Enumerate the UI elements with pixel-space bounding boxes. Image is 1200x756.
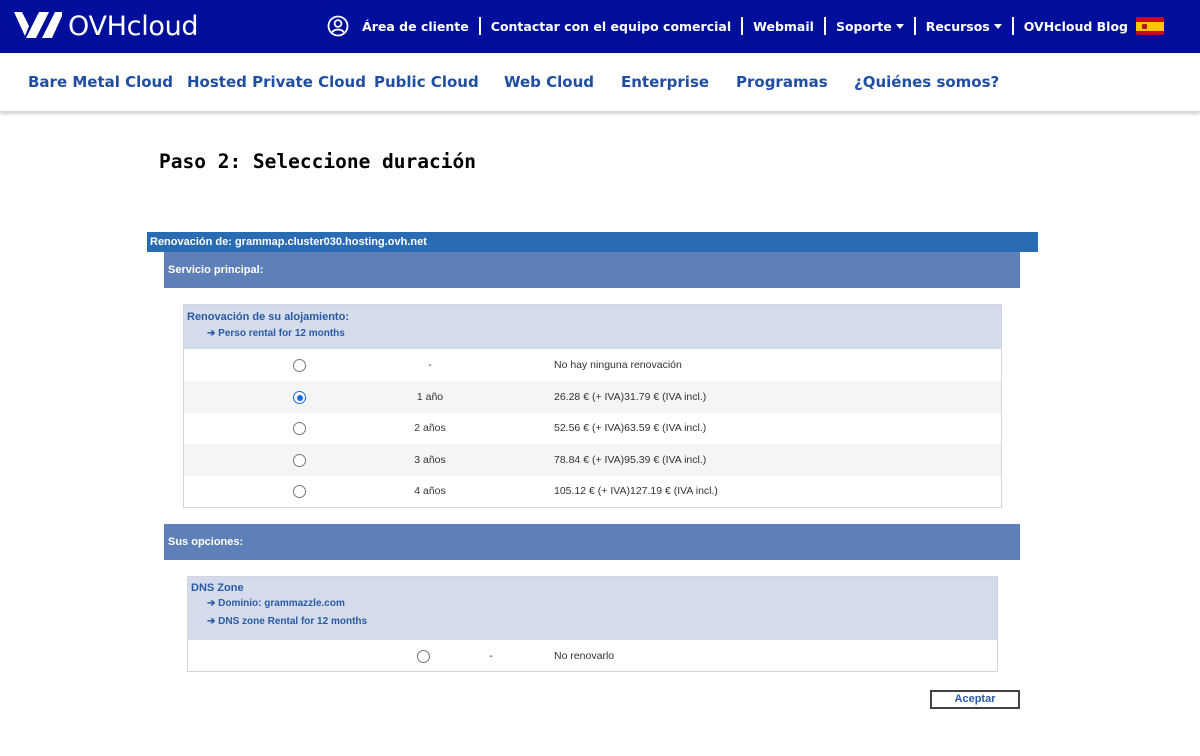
chevron-down-icon <box>993 23 1002 29</box>
renewal-price: 78.84 € (+ IVA)95.39 € (IVA incl.) <box>554 454 707 466</box>
nav-enterprise[interactable]: Enterprise <box>621 73 709 91</box>
nav-contact-sales[interactable]: Contactar con el equipo comercial <box>491 19 731 34</box>
chevron-down-icon <box>895 23 904 29</box>
nav-webmail[interactable]: Webmail <box>753 19 814 34</box>
accept-button[interactable]: Aceptar <box>930 690 1020 709</box>
nav-divider <box>913 17 916 35</box>
renewal-option-row[interactable]: 1 año 26.28 € (+ IVA)31.79 € (IVA incl.) <box>184 381 1001 413</box>
dns-zone-title: DNS Zone <box>191 582 244 594</box>
dns-zone-rental: ➔ DNS zone Rental for 12 months <box>207 616 368 627</box>
dns-option-duration: - <box>489 650 493 662</box>
dns-zone-box: DNS Zone ➔ Dominio: grammazzle.com ➔ DNS… <box>187 576 998 672</box>
dns-zone-box-header: DNS Zone ➔ Dominio: grammazzle.com ➔ DNS… <box>188 577 997 640</box>
nav-resources[interactable]: Recursos <box>926 19 1002 34</box>
nav-support[interactable]: Soporte <box>836 19 904 34</box>
dns-option-row[interactable]: - No renovarlo <box>188 640 997 672</box>
renewal-option-row[interactable]: 2 años 52.56 € (+ IVA)63.59 € (IVA incl.… <box>184 412 1001 444</box>
hosting-renewal-subtitle: ➔ Perso rental for 12 months <box>207 328 345 339</box>
renewal-duration: 2 años <box>414 422 446 434</box>
dns-zone-domain: ➔ Dominio: grammazzle.com <box>207 598 345 609</box>
ovh-logo-icon <box>14 12 62 38</box>
user-account-icon[interactable] <box>327 15 349 37</box>
renewal-header: Renovación de: grammap.cluster030.hostin… <box>147 232 1038 252</box>
renewal-option-radio[interactable] <box>293 485 306 498</box>
hosting-renewal-title: Renovación de su alojamiento: <box>187 311 349 323</box>
renewal-duration: - <box>428 359 432 371</box>
nav-programs[interactable]: Programas <box>736 73 828 91</box>
nav-divider <box>1011 17 1014 35</box>
nav-public-cloud[interactable]: Public Cloud <box>374 73 479 91</box>
nav-hosted-private-cloud[interactable]: Hosted Private Cloud <box>187 73 366 91</box>
renewal-duration: 4 años <box>414 485 446 497</box>
renewal-option-radio[interactable] <box>293 359 306 372</box>
ovhcloud-logo[interactable]: OVHcloud <box>12 6 199 46</box>
dns-option-price: No renovarlo <box>554 650 615 662</box>
renewal-price: 52.56 € (+ IVA)63.59 € (IVA incl.) <box>554 422 707 434</box>
renewal-option-row[interactable]: - No hay ninguna renovación <box>184 349 1001 381</box>
nav-divider <box>478 17 481 35</box>
spain-flag-icon[interactable] <box>1136 17 1164 35</box>
brand-name: OVHcloud <box>68 10 199 42</box>
page-title: Paso 2: Seleccione duración <box>159 150 476 173</box>
nav-about-us[interactable]: ¿Quiénes somos? <box>854 73 999 91</box>
nav-divider <box>823 17 826 35</box>
renewal-option-radio[interactable] <box>293 422 306 435</box>
top-nav: Área de cliente Contactar con el equipo … <box>327 14 1164 38</box>
renewal-price: 105.12 € (+ IVA)127.19 € (IVA incl.) <box>554 485 718 497</box>
renewal-price: 26.28 € (+ IVA)31.79 € (IVA incl.) <box>554 391 707 403</box>
nav-blog[interactable]: OVHcloud Blog <box>1024 19 1128 34</box>
dns-option-radio[interactable] <box>417 650 430 663</box>
nav-resources-label: Recursos <box>925 18 990 34</box>
hosting-renewal-box-header: Renovación de su alojamiento: ➔ Perso re… <box>184 305 1001 349</box>
hosting-renewal-box: Renovación de su alojamiento: ➔ Perso re… <box>183 304 1002 508</box>
nav-web-cloud[interactable]: Web Cloud <box>504 73 594 91</box>
main-service-header: Servicio principal: <box>164 252 1020 288</box>
renewal-option-radio[interactable] <box>293 391 306 404</box>
nav-support-label: Soporte <box>835 18 892 34</box>
top-bar: OVHcloud Área de cliente Contactar con e… <box>0 0 1200 53</box>
main-nav: Bare Metal Cloud Hosted Private Cloud Pu… <box>0 53 1200 112</box>
renewal-option-radio[interactable] <box>293 454 306 467</box>
renewal-duration: 1 año <box>416 391 444 403</box>
nav-bare-metal-cloud[interactable]: Bare Metal Cloud <box>28 73 173 91</box>
renewal-duration: 3 años <box>414 454 446 466</box>
nav-client-area[interactable]: Área de cliente <box>362 19 469 34</box>
renewal-price: No hay ninguna renovación <box>554 359 682 371</box>
options-header: Sus opciones: <box>164 524 1020 560</box>
nav-divider <box>741 17 744 35</box>
renewal-option-row[interactable]: 4 años 105.12 € (+ IVA)127.19 € (IVA inc… <box>184 475 1001 507</box>
renewal-option-row[interactable]: 3 años 78.84 € (+ IVA)95.39 € (IVA incl.… <box>184 444 1001 476</box>
